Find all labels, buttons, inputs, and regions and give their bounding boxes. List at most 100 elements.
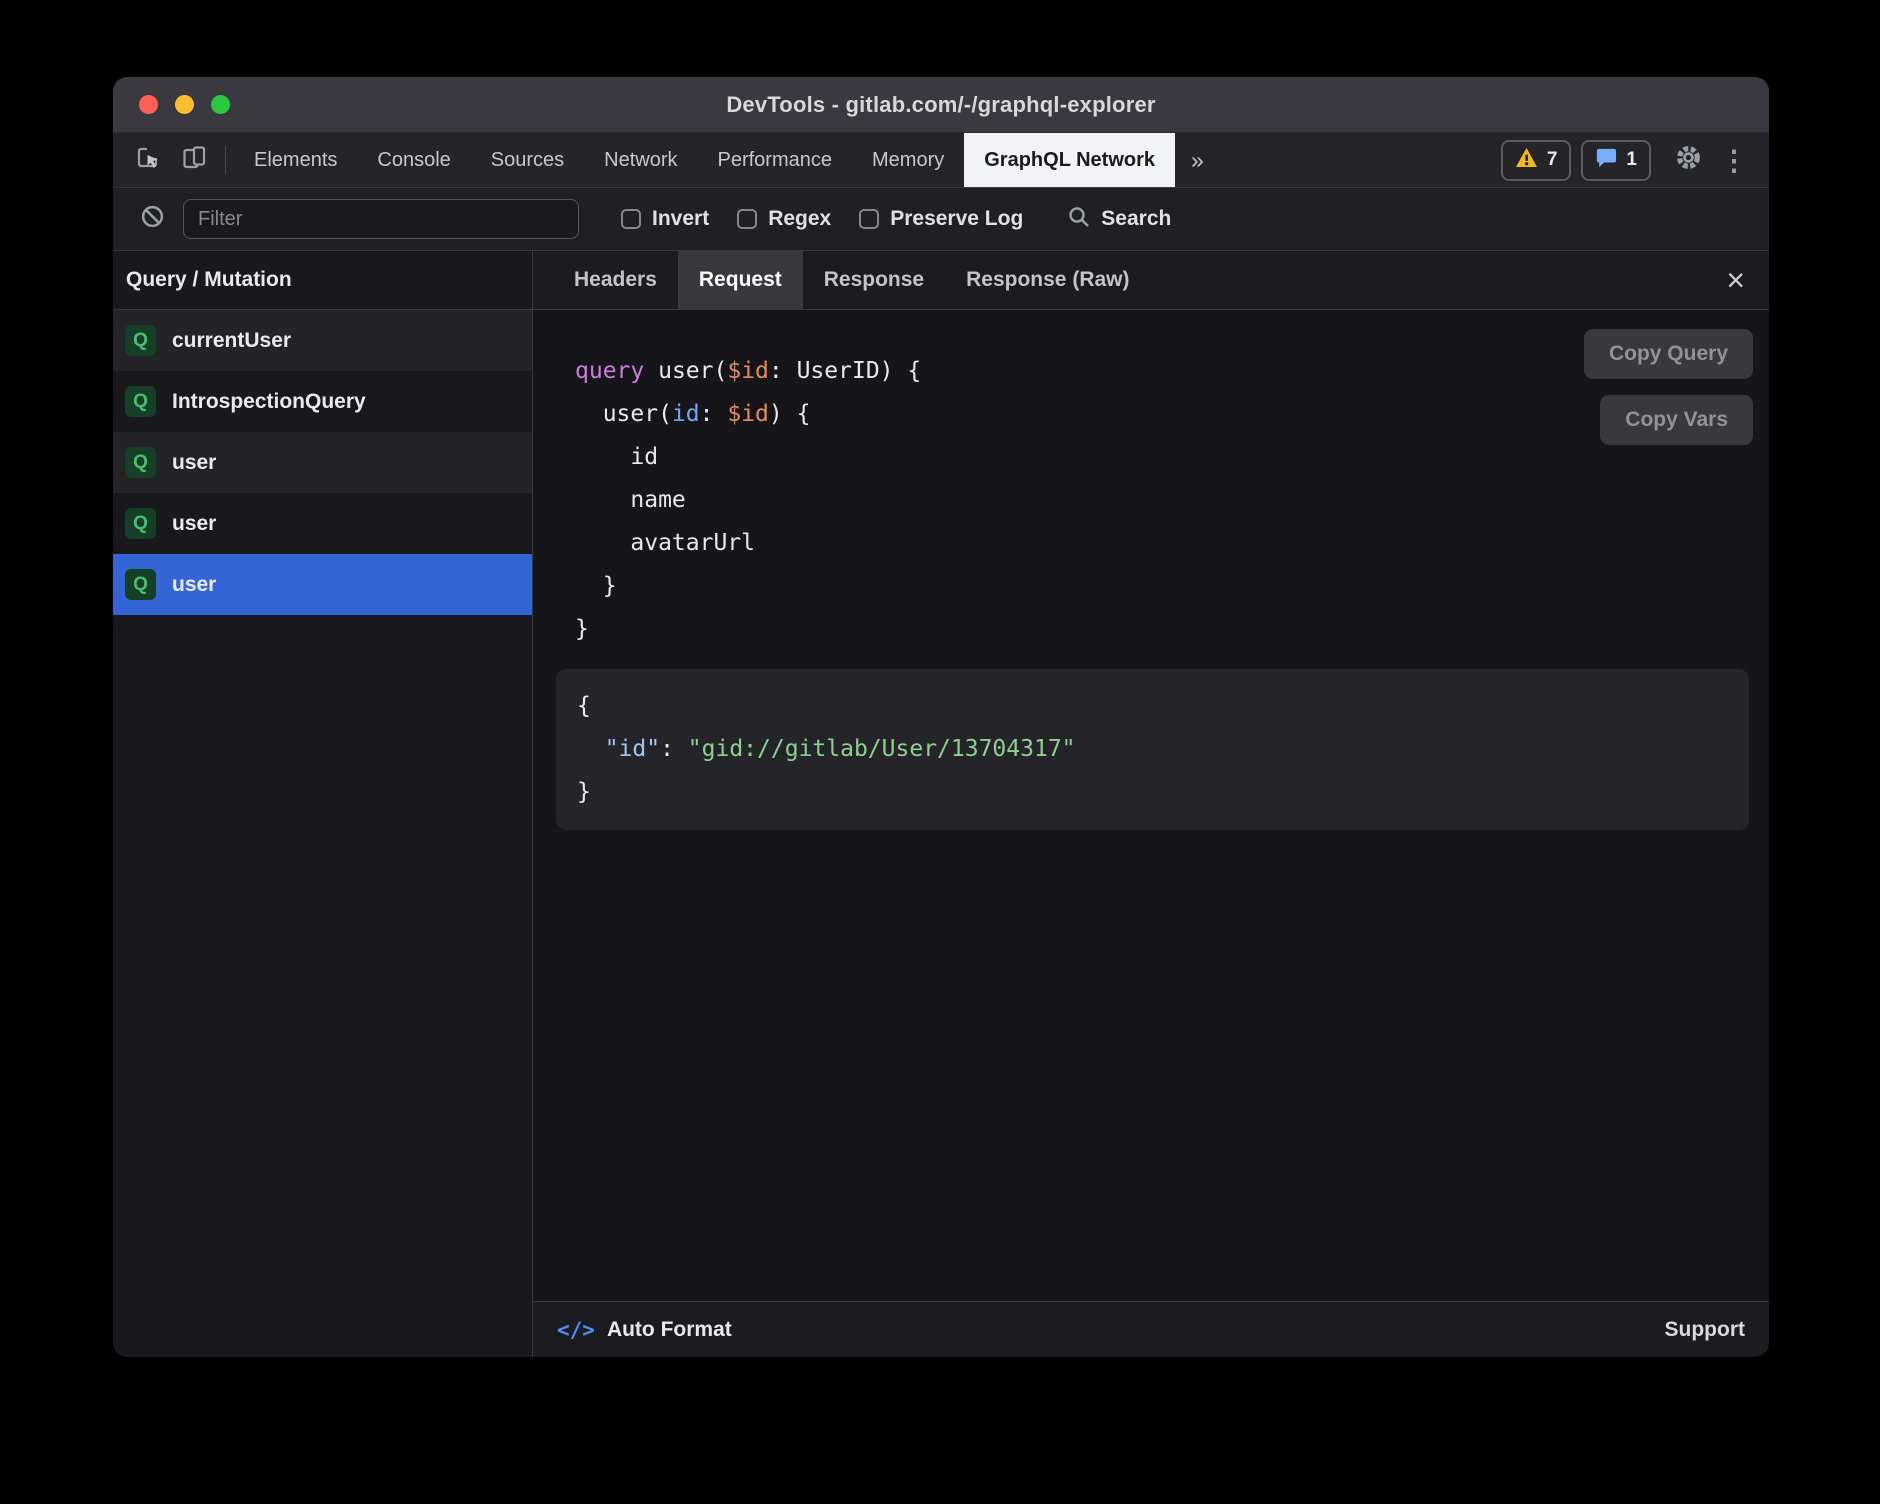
devtools-tab-elements[interactable]: Elements <box>234 133 357 187</box>
code-token: : <box>660 736 688 762</box>
support-link[interactable]: Support <box>1665 1318 1745 1342</box>
query-item-3-user[interactable]: Quser <box>113 493 532 554</box>
code-token: query <box>575 358 658 384</box>
code-line: } <box>575 565 1749 608</box>
detail-panel: HeadersRequestResponseResponse (Raw) × Co… <box>533 251 1769 1357</box>
detail-tab-request[interactable]: Request <box>678 251 803 309</box>
copy-buttons: Copy Query Copy Vars <box>1584 329 1753 445</box>
clear-button[interactable] <box>135 204 169 234</box>
code-line: } <box>577 771 1728 814</box>
more-tabs-button[interactable]: » <box>1175 133 1220 187</box>
device-toolbar-button[interactable] <box>171 133 217 187</box>
close-panel-button[interactable]: × <box>1702 251 1769 309</box>
checkbox-invert[interactable] <box>621 209 641 229</box>
code-line: id <box>575 436 1749 479</box>
code-token: "gid://gitlab/User/13704317" <box>688 736 1076 762</box>
toolbar-spacer <box>1220 133 1501 187</box>
toolbar-divider <box>225 146 226 174</box>
variables-box: { "id": "gid://gitlab/User/13704317"} <box>556 669 1749 830</box>
query-item-0-currentuser[interactable]: QcurrentUser <box>113 310 532 371</box>
code-token: } <box>575 573 617 599</box>
code-token: { <box>577 693 591 719</box>
devtools-tab-strip: ElementsConsoleSourcesNetworkPerformance… <box>234 133 1175 187</box>
query-item-label: user <box>172 451 216 475</box>
code-token: id <box>575 444 658 470</box>
query-type-badge: Q <box>125 325 156 356</box>
warnings-badge[interactable]: 7 <box>1501 140 1572 181</box>
window-zoom-button[interactable] <box>211 95 230 114</box>
devtools-tab-performance[interactable]: Performance <box>698 133 853 187</box>
query-item-4-user[interactable]: Quser <box>113 554 532 615</box>
detail-tab-headers[interactable]: Headers <box>553 251 678 309</box>
code-token: user( <box>575 401 672 427</box>
code-format-icon: </> <box>557 1318 595 1342</box>
devtools-toolbar: ElementsConsoleSourcesNetworkPerformance… <box>113 133 1769 188</box>
code-token: : <box>700 401 728 427</box>
issues-count: 1 <box>1626 149 1637 171</box>
search-icon <box>1067 205 1091 234</box>
query-list-panel: Query / Mutation QcurrentUserQIntrospect… <box>113 251 533 1357</box>
code-line: name <box>575 479 1749 522</box>
search-label: Search <box>1101 207 1171 231</box>
query-type-badge: Q <box>125 447 156 478</box>
devtools-tab-memory[interactable]: Memory <box>852 133 964 187</box>
filter-input[interactable] <box>183 199 579 239</box>
device-toolbar-icon <box>181 145 207 176</box>
checkbox-regex[interactable] <box>737 209 757 229</box>
devtools-window: DevTools - gitlab.com/-/graphql-explorer… <box>113 77 1769 1357</box>
code-token: user( <box>658 358 727 384</box>
request-content: Copy Query Copy Vars query user($id: Use… <box>533 310 1769 1301</box>
auto-format-button[interactable]: Auto Format <box>607 1318 732 1342</box>
gear-icon <box>1675 144 1702 176</box>
code-line: avatarUrl <box>575 522 1749 565</box>
devtools-tab-sources[interactable]: Sources <box>471 133 584 187</box>
copy-query-button[interactable]: Copy Query <box>1584 329 1753 379</box>
query-type-badge: Q <box>125 508 156 539</box>
filter-option-regex[interactable]: Regex <box>737 207 831 231</box>
query-item-2-user[interactable]: Quser <box>113 432 532 493</box>
status-badges: 7 1 <box>1501 133 1651 187</box>
detail-tab-response-raw[interactable]: Response (Raw) <box>945 251 1150 309</box>
settings-button[interactable] <box>1665 133 1711 187</box>
checkbox-label: Preserve Log <box>890 207 1023 231</box>
panel-footer: </> Auto Format Support <box>533 1301 1769 1357</box>
chat-bubble-icon <box>1595 147 1617 174</box>
code-token <box>577 736 605 762</box>
devtools-tab-console[interactable]: Console <box>357 133 470 187</box>
main-area: Query / Mutation QcurrentUserQIntrospect… <box>113 251 1769 1357</box>
filter-bar: Invert Regex Preserve Log Search <box>113 188 1769 251</box>
menu-button[interactable]: ⋮ <box>1711 133 1757 187</box>
query-list: QcurrentUserQIntrospectionQueryQuserQuse… <box>113 310 532 1357</box>
search-control[interactable]: Search <box>1067 205 1171 234</box>
checkbox-label: Regex <box>768 207 831 231</box>
detail-tab-response[interactable]: Response <box>803 251 945 309</box>
window-titlebar: DevTools - gitlab.com/-/graphql-explorer <box>113 77 1769 133</box>
window-close-button[interactable] <box>139 95 158 114</box>
devtools-tab-network[interactable]: Network <box>584 133 697 187</box>
query-type-badge: Q <box>125 386 156 417</box>
inspect-cursor-icon <box>135 145 161 176</box>
filter-option-invert[interactable]: Invert <box>621 207 709 231</box>
traffic-lights <box>139 77 230 132</box>
detail-tab-strip: HeadersRequestResponseResponse (Raw) × <box>533 251 1769 310</box>
copy-vars-button[interactable]: Copy Vars <box>1600 395 1753 445</box>
code-token: id <box>672 401 700 427</box>
devtools-tab-graphql-network[interactable]: GraphQL Network <box>964 133 1175 187</box>
code-token: $id <box>727 401 769 427</box>
issues-badge[interactable]: 1 <box>1581 140 1651 181</box>
block-icon <box>140 204 165 234</box>
query-item-1-introspectionquery[interactable]: QIntrospectionQuery <box>113 371 532 432</box>
query-list-header: Query / Mutation <box>113 251 532 310</box>
code-token: ) { <box>769 401 811 427</box>
code-line: user(id: $id) { <box>575 393 1749 436</box>
code-line: "id": "gid://gitlab/User/13704317" <box>577 728 1728 771</box>
window-title: DevTools - gitlab.com/-/graphql-explorer <box>726 92 1155 118</box>
graphql-variables-code: { "id": "gid://gitlab/User/13704317"} <box>577 685 1728 814</box>
code-token: name <box>575 487 686 513</box>
filter-option-preserve-log[interactable]: Preserve Log <box>859 207 1023 231</box>
query-item-label: user <box>172 512 216 536</box>
inspect-element-button[interactable] <box>125 133 171 187</box>
checkbox-label: Invert <box>652 207 709 231</box>
window-minimize-button[interactable] <box>175 95 194 114</box>
checkbox-preserve-log[interactable] <box>859 209 879 229</box>
